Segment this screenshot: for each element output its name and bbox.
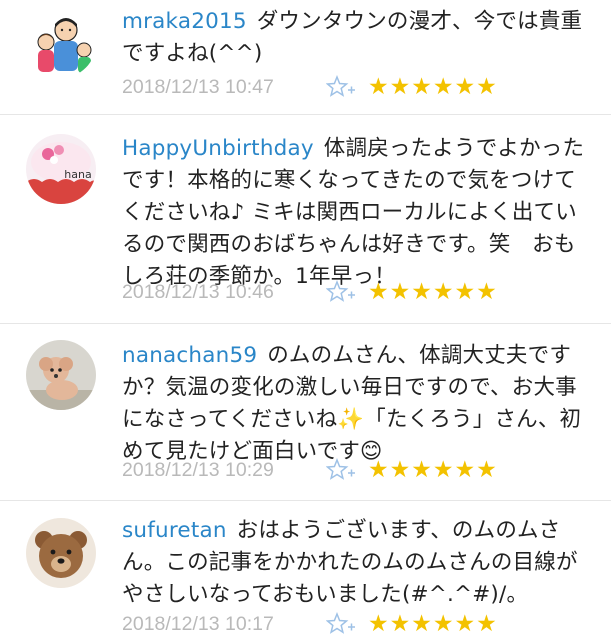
- comment-body: mraka2015 ダウンタウンの漫才、今では貴重ですよね(^^): [122, 6, 592, 70]
- comment-username[interactable]: sufuretan: [122, 518, 227, 543]
- divider: [0, 323, 611, 324]
- comment-timestamp: 2018/12/13 10:17: [122, 612, 274, 635]
- comment-body: sufuretan おはようございます、のムのムさん。この記事をかかれたのムのムさ…: [122, 515, 592, 611]
- comment-meta: 2018/12/13 10:47 ★★★★★★: [122, 72, 498, 102]
- cupcake-photo-icon: hana: [26, 134, 96, 204]
- star-rating[interactable]: ★★★★★★: [368, 74, 498, 100]
- add-favorite-icon[interactable]: [326, 458, 356, 482]
- comment-meta: 2018/12/13 10:17 ★★★★★★: [122, 609, 498, 639]
- avatar[interactable]: [26, 518, 96, 588]
- avatar[interactable]: [26, 340, 96, 410]
- divider: [0, 114, 611, 115]
- add-favorite-icon[interactable]: [326, 612, 356, 636]
- comment-timestamp: 2018/12/13 10:47: [122, 75, 274, 98]
- comment-username[interactable]: HappyUnbirthday: [122, 136, 314, 161]
- comment-body: HappyUnbirthday 体調戻ったようでよかったです！本格的に寒くなってき…: [122, 133, 592, 293]
- comment-timestamp: 2018/12/13 10:29: [122, 458, 274, 481]
- comment-username[interactable]: mraka2015: [122, 9, 247, 34]
- divider: [0, 500, 611, 501]
- avatar[interactable]: [26, 8, 96, 78]
- family-illustration-icon: [26, 8, 96, 78]
- add-favorite-icon[interactable]: [326, 280, 356, 304]
- comment-meta: 2018/12/13 10:46 ★★★★★★: [122, 277, 498, 307]
- avatar-label: hana: [64, 168, 91, 181]
- star-rating[interactable]: ★★★★★★: [368, 457, 498, 483]
- comment-meta: 2018/12/13 10:29 ★★★★★★: [122, 455, 498, 485]
- comment-body: nanachan59 のムのムさん、体調大丈夫ですか？気温の変化の激しい毎日ですの…: [122, 340, 592, 468]
- avatar[interactable]: hana: [26, 134, 96, 204]
- comment-timestamp: 2018/12/13 10:46: [122, 280, 274, 303]
- add-favorite-icon[interactable]: [326, 75, 356, 99]
- star-rating[interactable]: ★★★★★★: [368, 611, 498, 637]
- teddy-bear-photo-icon: [26, 518, 96, 588]
- star-rating[interactable]: ★★★★★★: [368, 279, 498, 305]
- comment-username[interactable]: nanachan59: [122, 343, 257, 368]
- dog-photo-icon: [26, 340, 96, 410]
